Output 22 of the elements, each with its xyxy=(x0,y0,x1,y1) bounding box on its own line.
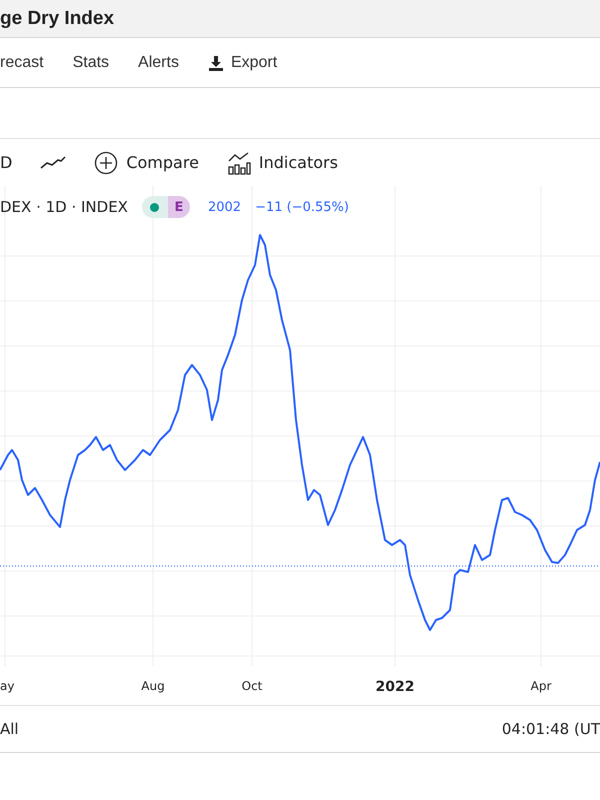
nav-link[interactable]: Export xyxy=(208,54,278,72)
page-title: ge Dry Index xyxy=(0,8,114,30)
compare-button[interactable]: Compare xyxy=(94,150,199,174)
interval-button[interactable]: D xyxy=(0,153,12,172)
indicators-button[interactable]: Indicators xyxy=(226,150,338,174)
axis-label: ay xyxy=(0,679,14,693)
axis-label: 2022 xyxy=(376,679,414,695)
nav-link[interactable]: Alerts xyxy=(138,54,179,72)
plus-circle-icon xyxy=(94,150,118,174)
nav-link[interactable]: Stats xyxy=(72,54,110,72)
symbol-label: DEX · 1D · INDEX xyxy=(0,198,128,216)
price-value: 2002 xyxy=(208,200,242,214)
nav-link[interactable]: recast xyxy=(0,54,44,72)
range-button[interactable]: All xyxy=(0,720,19,738)
axis-label: Oct xyxy=(242,679,262,693)
line-chart-icon[interactable] xyxy=(40,156,66,170)
bar-chart-icon xyxy=(226,150,251,174)
axis-label: Aug xyxy=(141,679,165,693)
axis-label: Apr xyxy=(530,679,552,693)
download-icon xyxy=(208,54,224,70)
time-label: 04:01:48 (UT xyxy=(502,720,600,738)
price-change: −11 (−0.55%) xyxy=(255,200,349,214)
